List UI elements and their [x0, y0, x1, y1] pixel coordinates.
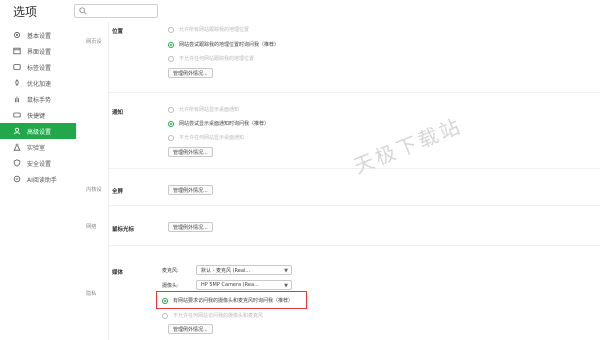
divider: [109, 92, 600, 93]
chevron-down-icon: ▼: [284, 283, 288, 289]
sidebar-item[interactable]: 基本设置: [0, 27, 76, 43]
section-network: 网络: [86, 224, 97, 230]
notify-title: 通知: [112, 110, 124, 116]
sidebar-item[interactable]: 标签设置: [0, 59, 76, 75]
media-option-ask[interactable]: 有网站要求访问我的摄像头和麦克风时询问我（推荐）: [162, 297, 293, 304]
radio-checked-icon: [168, 120, 174, 127]
radio-checked-icon: [162, 297, 168, 304]
sidebar-item-label: 基本设置: [27, 32, 52, 40]
divider: [109, 205, 600, 206]
mic-select[interactable]: 默认 - 麦克风 (Real... ▼: [196, 265, 292, 275]
user-icon: [13, 127, 21, 135]
sidebar-item-label: 优化加速: [27, 80, 52, 88]
top-bar: 选项: [0, 0, 600, 22]
notify-option-allow[interactable]: 允许所有网站显示桌面通知: [168, 106, 239, 113]
sidebar-item[interactable]: 高级设置: [0, 123, 76, 139]
fullscreen-manage-button[interactable]: 管理例外情况...: [168, 185, 213, 195]
section-internal: 内核设: [86, 187, 102, 193]
location-option-ask[interactable]: 网站尝试跟踪我的地理位置时询问我（推荐）: [168, 41, 279, 48]
location-option-deny[interactable]: 不允许任何网站跟踪我的地理位置: [168, 55, 254, 62]
sidebar-item-label: 安全设置: [27, 160, 52, 168]
sidebar-item-label: 标签设置: [27, 64, 52, 72]
media-option-deny[interactable]: 不允许任何网站访问我的摄像头和麦克风: [162, 312, 263, 319]
media-title: 媒体: [112, 270, 124, 276]
chevron-down-icon: ▼: [284, 268, 288, 274]
content-divider: [108, 22, 109, 340]
page-title: 选项: [13, 5, 38, 19]
sidebar-item[interactable]: 界面设置: [0, 43, 76, 59]
radio-icon: [168, 134, 174, 141]
cursor-manage-button[interactable]: 管理例外情况...: [168, 222, 213, 232]
cursor-title: 鼠标光标: [112, 227, 135, 233]
notify-manage-button[interactable]: 管理例外情况...: [168, 147, 213, 157]
sidebar-item[interactable]: 优化加速: [0, 75, 76, 91]
sidebar-item-label: 快捷键: [27, 112, 46, 120]
camera-select[interactable]: HP 5MP Camera (Rea... ▼: [196, 280, 292, 290]
flask-icon: [13, 143, 21, 151]
sidebar-item[interactable]: 实验室: [0, 139, 76, 155]
keyboard-icon: [13, 111, 21, 119]
radio-icon: [168, 55, 174, 62]
notify-option-ask[interactable]: 网站尝试显示桌面通知时询问我（推荐）: [168, 120, 269, 127]
sidebar-item-label: 实验室: [27, 144, 46, 152]
sidebar-item[interactable]: AI阅读助手: [0, 171, 76, 187]
fullscreen-title: 全屏: [112, 189, 124, 195]
window-icon: [13, 47, 21, 55]
location-option-allow[interactable]: 允许所有网站跟踪我的地理位置: [168, 26, 249, 33]
sidebar-item[interactable]: 快捷键: [0, 107, 76, 123]
radio-icon: [168, 106, 174, 113]
search-input[interactable]: [74, 4, 158, 18]
ai-icon: [13, 175, 21, 183]
sidebar-item[interactable]: 鼠标手势: [0, 91, 76, 107]
divider: [109, 245, 600, 246]
sidebar-item-label: 鼠标手势: [27, 96, 52, 104]
tag-icon: [13, 63, 21, 71]
hand-icon: [13, 95, 21, 103]
notify-option-deny[interactable]: 不允许任何网站显示桌面通知: [168, 134, 244, 141]
media-manage-button[interactable]: 管理例外情况...: [168, 324, 213, 334]
mic-label: 麦克风:: [162, 268, 179, 274]
radio-icon: [162, 312, 168, 319]
sidebar-item-label: 高级设置: [27, 128, 52, 136]
section-page-content: 网页设: [86, 39, 102, 45]
radio-checked-icon: [168, 41, 174, 48]
search-icon: [79, 7, 87, 15]
shield-icon: [13, 159, 21, 167]
sidebar-item[interactable]: 安全设置: [0, 155, 76, 171]
sidebar-item-label: AI阅读助手: [27, 176, 57, 184]
location-title: 位置: [112, 29, 124, 35]
rocket-icon: [13, 79, 21, 87]
section-privacy: 隐私: [86, 291, 97, 297]
sidebar-item-label: 界面设置: [27, 48, 52, 56]
camera-label: 摄像头:: [162, 283, 179, 289]
sidebar: 基本设置界面设置标签设置优化加速鼠标手势快捷键高级设置实验室安全设置 AI阅读助手: [0, 27, 76, 187]
gear-icon: [13, 31, 21, 39]
radio-icon: [168, 26, 174, 33]
location-manage-button[interactable]: 管理例外情况...: [168, 68, 213, 78]
